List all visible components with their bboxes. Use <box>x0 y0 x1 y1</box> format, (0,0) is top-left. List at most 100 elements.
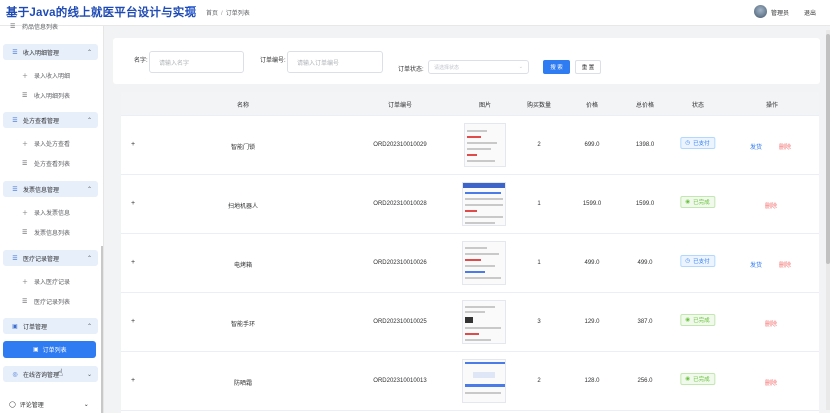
status-badge: ◉ 已完成 <box>680 373 716 385</box>
col-name: 名称 <box>236 103 250 109</box>
status-badge: ◉ 已完成 <box>680 196 716 208</box>
page-scrollbar[interactable] <box>826 30 830 410</box>
status-badge: ◷ 已支付 <box>680 137 716 149</box>
cell-name: 电烤箱 <box>233 263 253 269</box>
chevron-up-icon: ⌃ <box>86 323 92 330</box>
sidebar-item-comments[interactable]: ◯ 评论管理 ⌄ <box>9 400 89 409</box>
col-status: 状态 <box>691 103 705 109</box>
col-qty: 购买数量 <box>526 103 552 109</box>
list-icon: ☰ <box>22 299 28 305</box>
cell-name: 智能手环 <box>230 322 256 328</box>
delete-button[interactable]: 删除 <box>765 319 777 328</box>
delete-button[interactable]: 删除 <box>765 201 777 210</box>
expand-icon[interactable]: + <box>131 377 135 384</box>
scrollbar-thumb[interactable] <box>826 34 830 264</box>
cell-order-no: ORD202310010028 <box>373 201 427 207</box>
menu-toggle-icon[interactable]: ☰ <box>187 6 198 17</box>
sidebar-group-prescription[interactable]: ☰ 处方查看管理 ⌃ <box>3 112 98 128</box>
breadcrumb: 首页 / 订单列表 <box>206 8 250 17</box>
search-button[interactable]: 搜 索 <box>543 60 570 74</box>
sidebar-item-add-prescription[interactable]: ＋录入处方查看 <box>22 139 70 148</box>
user-name[interactable]: 管理员 <box>771 8 789 17</box>
ship-button[interactable]: 发货 <box>750 260 762 269</box>
sidebar-item-drug-list[interactable]: ☰ 药品信息列表 <box>10 22 58 31</box>
sidebar-item-add-income[interactable]: ＋录入收入明细 <box>22 71 70 80</box>
col-order-no: 订单编号 <box>387 103 413 109</box>
sidebar-item-invoice-list[interactable]: ☰ 发票信息列表 <box>22 228 70 237</box>
ship-button[interactable]: 发货 <box>750 142 762 151</box>
sidebar-item-income-list[interactable]: ☰ 收入明细列表 <box>22 91 70 100</box>
cell-order-no: ORD202310010025 <box>373 319 427 325</box>
name-input[interactable]: 请输入名字 <box>149 51 244 73</box>
sidebar-scrollbar[interactable] <box>101 246 103 413</box>
logout-link[interactable]: 退出 <box>804 8 816 17</box>
sidebar-item-medical-record-list[interactable]: ☰ 医疗记录列表 <box>22 297 70 306</box>
sidebar-group-income[interactable]: ☰ 收入明细管理 ⌃ <box>3 44 98 60</box>
chevron-down-icon: ⌄ <box>518 64 523 70</box>
table-row: + 智能门锁 ORD202310010029 2 699.0 1398.0 ◷ 已… <box>121 116 819 175</box>
cell-total: 499.0 <box>637 260 653 266</box>
list-icon: ☰ <box>12 255 18 262</box>
product-thumbnail[interactable] <box>462 182 506 226</box>
delete-button[interactable]: 删除 <box>779 142 791 151</box>
cell-order-no: ORD202310010029 <box>373 142 427 148</box>
status-badge: ◷ 已支付 <box>680 255 716 267</box>
col-total: 总价格 <box>635 103 655 109</box>
chevron-down-icon: ⌄ <box>83 402 89 408</box>
order-icon: ▣ <box>12 323 18 330</box>
list-icon: ☰ <box>12 49 18 56</box>
sidebar-group-medical-record[interactable]: ☰ 医疗记录管理 ⌃ <box>3 250 98 266</box>
sidebar-group-invoice[interactable]: ☰ 发票信息管理 ⌃ <box>3 181 98 197</box>
expand-icon[interactable]: + <box>131 200 135 207</box>
cell-total: 387.0 <box>637 319 653 325</box>
chevron-up-icon: ⌃ <box>86 186 92 193</box>
cell-qty: 2 <box>537 378 541 384</box>
cell-price: 699.0 <box>584 142 600 148</box>
cell-order-no: ORD202310010013 <box>373 378 427 384</box>
cell-name: 扫地机器人 <box>227 204 259 210</box>
chat-icon: ◎ <box>12 371 18 378</box>
status-badge: ◉ 已完成 <box>680 314 716 326</box>
table-header: 名称 订单编号 图片 购买数量 价格 总价格 状态 操作 <box>121 92 819 116</box>
breadcrumb-home[interactable]: 首页 <box>206 11 218 17</box>
product-thumbnail[interactable] <box>462 300 506 344</box>
delete-button[interactable]: 删除 <box>765 378 777 387</box>
reset-button[interactable]: 重 置 <box>575 60 601 74</box>
list-icon: ☰ <box>22 161 28 167</box>
clock-icon: ◷ <box>685 140 691 146</box>
table-row: + 扫地机器人 ORD202310010028 1 1599.0 1599.0 … <box>121 175 819 234</box>
cell-name: 防晒霜 <box>233 381 253 387</box>
expand-icon[interactable]: + <box>131 141 135 148</box>
product-thumbnail[interactable] <box>464 123 506 167</box>
sidebar-group-orders[interactable]: ▣ 订单管理 ⌃ <box>3 318 98 334</box>
app-title: 基于Java的线上就医平台设计与实现 <box>6 7 197 19</box>
sidebar-group-consult[interactable]: ◎ 在线咨询管理 ⌄ <box>3 366 98 382</box>
check-circle-icon: ◉ <box>685 376 691 382</box>
expand-icon[interactable]: + <box>131 259 135 266</box>
avatar[interactable] <box>754 5 767 18</box>
comment-icon: ◯ <box>9 402 16 408</box>
product-thumbnail[interactable] <box>462 241 506 285</box>
sidebar-item-prescription-list[interactable]: ☰ 处方查看列表 <box>22 159 70 168</box>
delete-button[interactable]: 删除 <box>779 260 791 269</box>
cell-price: 128.0 <box>584 378 600 384</box>
sidebar-item-order-list[interactable]: ▣ 订单列表 <box>3 341 96 358</box>
status-select[interactable]: 请选择状态 ⌄ <box>428 60 529 74</box>
plus-icon: ＋ <box>22 280 29 286</box>
order-no-input[interactable]: 请输入订单编号 <box>287 51 383 73</box>
sidebar-item-add-medical-record[interactable]: ＋录入医疗记录 <box>22 277 70 286</box>
top-header: 基于Java的线上就医平台设计与实现 ☰ 首页 / 订单列表 管理员 退出 <box>0 0 830 26</box>
list-icon: ☰ <box>12 186 18 193</box>
cell-qty: 3 <box>537 319 541 325</box>
check-circle-icon: ◉ <box>685 317 691 323</box>
chevron-up-icon: ⌃ <box>86 255 92 262</box>
table-row: + 电烤箱 ORD202310010026 1 499.0 499.0 ◷ 已支付… <box>121 234 819 293</box>
expand-icon[interactable]: + <box>131 318 135 325</box>
order-no-label: 订单编号: <box>260 58 286 64</box>
sidebar-item-add-invoice[interactable]: ＋录入发票信息 <box>22 208 70 217</box>
cell-price: 1599.0 <box>582 201 602 207</box>
status-label: 订单状态: <box>398 67 424 73</box>
cell-name: 智能门锁 <box>230 145 256 151</box>
plus-icon: ＋ <box>22 142 29 148</box>
product-thumbnail[interactable] <box>462 359 506 403</box>
